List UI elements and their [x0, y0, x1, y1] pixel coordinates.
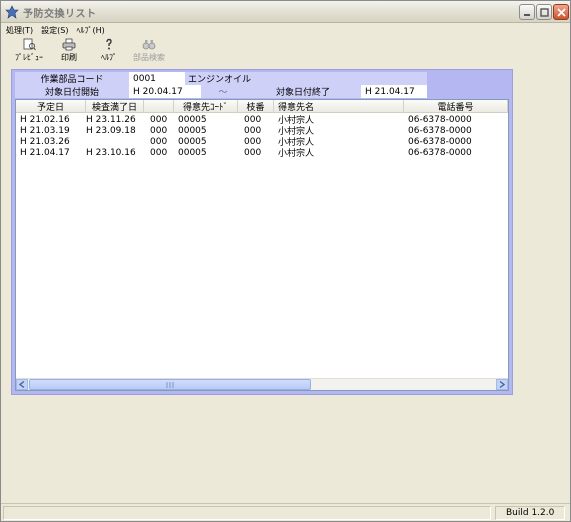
- scroll-thumb[interactable]: [29, 379, 311, 390]
- preview-button[interactable]: ﾌﾟﾚﾋﾞｭｰ: [9, 37, 49, 65]
- chevron-right-icon: [499, 381, 505, 388]
- scroll-left-button[interactable]: [16, 379, 28, 390]
- part-code-label: 作業部品コード: [15, 72, 129, 85]
- result-list[interactable]: 予定日 検査満了日 得意先ｺｰﾄﾞ 枝番 得意先名 電話番号 H 21.02.1…: [15, 99, 509, 391]
- list-rows: H 21.02.16 H 23.11.26 000 00005 000 小村宗人…: [16, 114, 508, 160]
- scroll-right-button[interactable]: [496, 379, 508, 390]
- chevron-left-icon: [19, 381, 25, 388]
- table-row[interactable]: H 21.03.26 000 00005 000 小村宗人 06-6378-00…: [16, 136, 508, 149]
- grip-icon: [166, 381, 174, 388]
- date-start-field[interactable]: H 20.04.17: [129, 85, 201, 98]
- cell-customer-code: 00005: [178, 125, 207, 136]
- binoculars-icon: [142, 40, 156, 50]
- status-bar: Build 1.2.0: [1, 503, 570, 521]
- window-title: 予防交換リスト: [23, 9, 97, 20]
- col-customer-name[interactable]: 得意先名: [274, 100, 404, 113]
- main-window: 予防交換リスト 処理(T) 設定(S) ﾍﾙﾌﾟ(H) ﾌﾟﾚﾋﾞｭｰ 印刷 ﾍ…: [0, 0, 571, 522]
- maximize-icon: [539, 7, 549, 17]
- part-code-row: 作業部品コード 0001 エンジンオイル: [15, 72, 427, 85]
- cell-scheduled-date: H 21.03.19: [20, 125, 70, 136]
- cell-phone: 06-6378-0000: [408, 114, 472, 125]
- cell-inspection-expiry: H 23.11.26: [86, 114, 136, 125]
- cell-code-a: 000: [150, 114, 168, 125]
- part-search-label: 部品検索: [133, 53, 165, 62]
- cell-inspection-expiry: H 23.10.16: [86, 147, 136, 158]
- cell-code-a: 000: [150, 125, 168, 136]
- print-label: 印刷: [61, 53, 77, 62]
- date-end-field[interactable]: H 21.04.17: [361, 85, 427, 98]
- horizontal-scrollbar[interactable]: [16, 378, 508, 390]
- help-button[interactable]: ﾍﾙﾌﾟ: [89, 37, 129, 65]
- title-bar[interactable]: 予防交換リスト: [1, 1, 570, 23]
- build-version: Build 1.2.0: [495, 506, 565, 520]
- print-button[interactable]: 印刷: [49, 37, 89, 65]
- date-end-label: 対象日付終了: [245, 85, 361, 98]
- table-row[interactable]: H 21.04.17 H 23.10.16 000 00005 000 小村宗人…: [16, 147, 508, 160]
- cell-code-a: 000: [150, 136, 168, 147]
- list-header: 予定日 検査満了日 得意先ｺｰﾄﾞ 枝番 得意先名 電話番号: [16, 100, 508, 113]
- date-range-separator: ～: [201, 85, 245, 98]
- cell-phone: 06-6378-0000: [408, 125, 472, 136]
- table-row[interactable]: H 21.03.19 H 23.09.18 000 00005 000 小村宗人…: [16, 125, 508, 138]
- status-message-area: [3, 506, 491, 520]
- date-start-label: 対象日付開始: [15, 85, 129, 98]
- menu-process[interactable]: 処理(T): [6, 25, 33, 36]
- col-customer-code[interactable]: 得意先ｺｰﾄﾞ: [174, 100, 238, 113]
- cell-customer-code: 00005: [178, 147, 207, 158]
- app-icon: [5, 5, 19, 19]
- cell-branch-no: 000: [244, 147, 262, 158]
- help-icon: [106, 38, 112, 50]
- cell-code-a: 000: [150, 147, 168, 158]
- preview-icon: [23, 38, 36, 51]
- close-button[interactable]: [553, 4, 569, 20]
- maximize-button[interactable]: [536, 4, 552, 20]
- menu-settings[interactable]: 設定(S): [41, 25, 68, 36]
- cell-branch-no: 000: [244, 136, 262, 147]
- cell-branch-no: 000: [244, 125, 262, 136]
- search-panel: 作業部品コード 0001 エンジンオイル 対象日付開始 H 20.04.17 ～…: [11, 69, 513, 395]
- cell-branch-no: 000: [244, 114, 262, 125]
- part-name: エンジンオイル: [185, 72, 427, 85]
- minimize-icon: [523, 13, 530, 16]
- col-blank[interactable]: [144, 100, 174, 113]
- part-search-button[interactable]: 部品検索: [129, 37, 169, 65]
- help-label: ﾍﾙﾌﾟ: [101, 53, 117, 62]
- cell-phone: 06-6378-0000: [408, 147, 472, 158]
- cell-scheduled-date: H 21.04.17: [20, 147, 70, 158]
- col-inspection-expiry[interactable]: 検査満了日: [86, 100, 144, 113]
- cell-customer-code: 00005: [178, 136, 207, 147]
- cell-scheduled-date: H 21.02.16: [20, 114, 70, 125]
- date-range-row: 対象日付開始 H 20.04.17 ～ 対象日付終了 H 21.04.17: [15, 85, 427, 98]
- printer-icon: [62, 38, 76, 51]
- table-row[interactable]: H 21.02.16 H 23.11.26 000 00005 000 小村宗人…: [16, 114, 508, 127]
- close-icon: [556, 7, 566, 17]
- minimize-button[interactable]: [519, 4, 535, 20]
- toolbar: ﾌﾟﾚﾋﾞｭｰ 印刷 ﾍﾙﾌﾟ 部品検索: [1, 37, 570, 67]
- col-scheduled-date[interactable]: 予定日: [16, 100, 86, 113]
- menu-bar: 処理(T) 設定(S) ﾍﾙﾌﾟ(H): [1, 23, 570, 37]
- cell-scheduled-date: H 21.03.26: [20, 136, 70, 147]
- col-phone[interactable]: 電話番号: [404, 100, 508, 113]
- cell-customer-code: 00005: [178, 114, 207, 125]
- preview-label: ﾌﾟﾚﾋﾞｭｰ: [15, 53, 43, 62]
- cell-inspection-expiry: H 23.09.18: [86, 125, 136, 136]
- menu-help[interactable]: ﾍﾙﾌﾟ(H): [76, 25, 104, 36]
- cell-customer-name: 小村宗人: [278, 149, 315, 159]
- cell-phone: 06-6378-0000: [408, 136, 472, 147]
- col-branch-no[interactable]: 枝番: [238, 100, 274, 113]
- part-code-field[interactable]: 0001: [129, 72, 185, 85]
